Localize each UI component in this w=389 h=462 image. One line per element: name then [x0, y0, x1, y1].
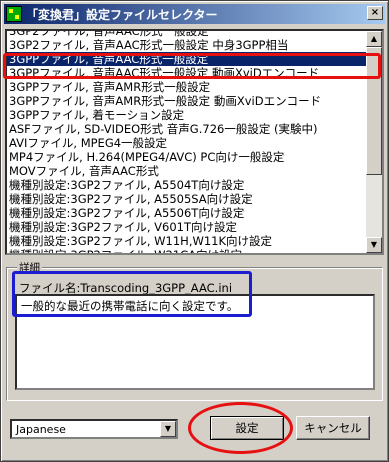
list-item[interactable]: 3GP2ファイル, 音声AAC形式一般設定 中身3GPP相当 — [7, 38, 366, 52]
list-item[interactable]: 機種別設定:3GP2ファイル, W11H,W11K向け設定 — [7, 234, 366, 248]
list-item[interactable]: 機種別設定:3GP2ファイル, V601T向け設定 — [7, 220, 366, 234]
language-value: Japanese — [16, 422, 66, 436]
settings-file-selector-window: 「変換君」設定ファイルセレクター × 3GP2ファイル, 音声AAC形式一般設定… — [0, 0, 389, 462]
list-item[interactable]: 機種別設定:3GP2ファイル, A5505SA向け設定 — [7, 192, 366, 206]
list-item[interactable]: 3GPPファイル, 着モーション設定 — [7, 108, 366, 122]
list-item[interactable]: MOVファイル, 音声AAC形式 — [7, 164, 366, 178]
title-bar[interactable]: 「変換君」設定ファイルセレクター × — [4, 4, 385, 24]
scroll-up-button[interactable]: ▲ — [366, 31, 382, 47]
list-item[interactable]: 3GPPファイル, 音声AMR形式一般設定 動画XviDエンコード — [7, 94, 366, 108]
selection-highlight-annotation — [3, 53, 381, 79]
cancel-button[interactable]: キャンセル — [296, 416, 370, 440]
chevron-down-icon[interactable]: ▼ — [160, 421, 176, 437]
window-title: 「変換君」設定ファイルセレクター — [26, 7, 218, 22]
list-item[interactable]: 機種別設定:3GP2ファイル, W21CA向け設定 — [7, 248, 366, 253]
scroll-down-button[interactable]: ▼ — [366, 237, 382, 253]
list-item[interactable]: MP4ファイル, H.264(MPEG4/AVC) PC向け一般設定 — [7, 150, 366, 164]
list-item[interactable]: ASFファイル, SD-VIDEO形式 音声G.726一般設定 (実験中) — [7, 122, 366, 136]
language-select[interactable]: Japanese ▼ — [10, 419, 178, 439]
list-item[interactable]: 3GP2ファイル, 音声AAC形式一般設定 — [7, 31, 366, 38]
list-item[interactable]: 機種別設定:3GP2ファイル, A5506T向け設定 — [7, 206, 366, 220]
close-button[interactable]: × — [367, 6, 383, 20]
list-item[interactable]: AVIファイル, MPEG4一般設定 — [7, 136, 366, 150]
ok-button-highlight-annotation — [188, 402, 293, 454]
filename-highlight-annotation — [12, 271, 252, 317]
app-icon — [6, 6, 22, 22]
list-item[interactable]: 3GPPファイル, 音声AMR形式一般設定 — [7, 80, 366, 94]
list-item[interactable]: 機種別設定:3GP2ファイル, A5504T向け設定 — [7, 178, 366, 192]
